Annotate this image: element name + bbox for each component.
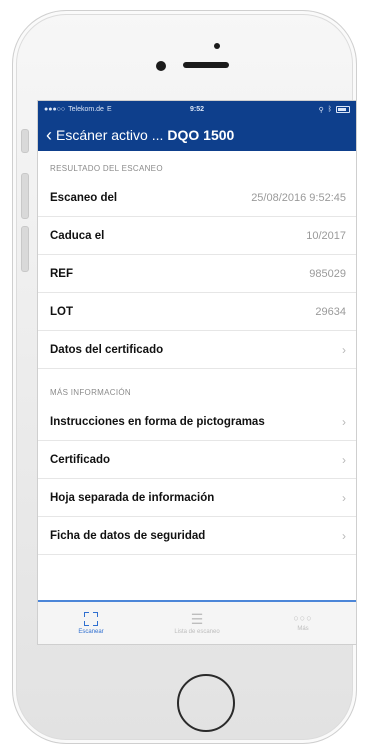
home-button[interactable] — [177, 674, 235, 732]
back-chevron-icon[interactable]: ‹ — [46, 126, 52, 144]
more-dots-icon: ○○○ — [293, 613, 313, 623]
earpiece-speaker — [183, 62, 229, 68]
section-header: MÁS INFORMACIÓN — [50, 388, 131, 397]
chevron-right-icon: › — [342, 342, 346, 357]
tab-scan-list[interactable]: ☰ Lista de escaneo — [144, 602, 250, 644]
front-camera — [156, 61, 166, 71]
row-label: Ficha de datos de seguridad — [50, 529, 206, 542]
scan-date-row: Escaneo del 25/08/2016 9:52:45 — [38, 179, 356, 217]
battery-icon — [336, 106, 350, 113]
row-value: 25/08/2016 9:52:45 — [251, 191, 346, 204]
more-info-section: MÁS INFORMACIÓN Instrucciones en forma d… — [38, 375, 356, 555]
tab-bar: Escanear ☰ Lista de escaneo ○○○ Más — [38, 600, 356, 644]
tab-label: Lista de escaneo — [174, 628, 220, 635]
row-value: 29634 — [315, 305, 346, 318]
page-title: DQO 1500 — [167, 126, 235, 143]
tab-more[interactable]: ○○○ Más — [250, 602, 356, 644]
section-header: RESULTADO DEL ESCANEO — [50, 164, 163, 173]
row-label: REF — [50, 267, 73, 280]
ref-row: REF 985029 — [38, 255, 356, 293]
status-bar: ●●●○○ Telekom.de E 9:52 ⚲ ᛒ — [38, 101, 356, 118]
chevron-right-icon: › — [342, 452, 346, 467]
chevron-right-icon: › — [342, 414, 346, 429]
back-button-label[interactable]: Escáner activo ... — [56, 127, 163, 143]
expiry-row: Caduca el 10/2017 — [38, 217, 356, 255]
row-label: Caduca el — [50, 229, 105, 242]
row-label: LOT — [50, 305, 73, 318]
info-sheet-row[interactable]: Hoja separada de información › — [38, 479, 356, 517]
row-label: Escaneo del — [50, 191, 118, 204]
row-value: 985029 — [309, 267, 346, 280]
chevron-right-icon: › — [342, 528, 346, 543]
certificate-data-row[interactable]: Datos del certificado › — [38, 331, 356, 369]
tab-label: Escanear — [78, 628, 104, 635]
proximity-sensor — [214, 43, 220, 49]
lot-row: LOT 29634 — [38, 293, 356, 331]
row-label: Hoja separada de información — [50, 491, 215, 504]
status-time: 9:52 — [189, 106, 204, 113]
certificate-row[interactable]: Certificado › — [38, 441, 356, 479]
scan-result-section: RESULTADO DEL ESCANEO Escaneo del 25/08/… — [38, 151, 356, 369]
row-value: 10/2017 — [306, 229, 346, 242]
row-label: Datos del certificado — [50, 343, 164, 356]
tab-scan[interactable]: Escanear — [38, 602, 144, 644]
mute-switch — [21, 129, 29, 153]
tab-label: Más — [297, 626, 309, 632]
volume-up-button — [21, 173, 29, 219]
chevron-right-icon: › — [342, 490, 346, 505]
list-icon: ☰ — [190, 610, 204, 627]
app-screen: ●●●○○ Telekom.de E 9:52 ⚲ ᛒ ‹ Escáner ac… — [37, 100, 357, 645]
pictogram-instructions-row[interactable]: Instrucciones en forma de pictogramas › — [38, 403, 356, 441]
navigation-bar: ‹ Escáner activo ... DQO 1500 — [38, 118, 356, 151]
row-label: Instrucciones en forma de pictogramas — [50, 415, 265, 428]
volume-down-button — [21, 226, 29, 272]
row-label: Certificado — [50, 453, 111, 466]
scan-frame-icon — [84, 611, 98, 626]
safety-data-sheet-row[interactable]: Ficha de datos de seguridad › — [38, 517, 356, 555]
